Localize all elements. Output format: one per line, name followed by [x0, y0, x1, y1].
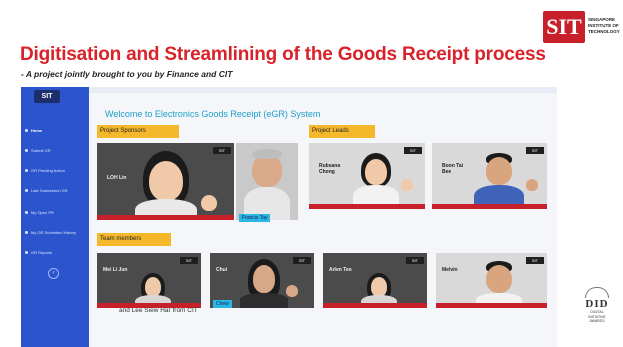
bullet-icon [25, 129, 28, 132]
section-label-sponsors: Project Sponsors [97, 125, 179, 138]
tile-accent-strip [432, 204, 547, 209]
bullet-icon [25, 169, 28, 172]
bullet-icon [25, 231, 28, 234]
video-tile-team: SIT Mei Li Jun [97, 253, 201, 308]
participant-face [486, 157, 512, 185]
section-label-leads: Project Leads [309, 125, 375, 138]
participant-nameplate: Arlen Teo [329, 267, 352, 273]
participant-face [371, 277, 387, 297]
sit-logo-line: TECHNOLOGY [588, 29, 620, 34]
sidebar-item-label: GR Reports [31, 250, 53, 255]
sit-logo: SIT SINGAPORE INSTITUTE OF TECHNOLOGY [543, 11, 620, 43]
sidebar-item-late-submission[interactable]: Late Submission GR [25, 185, 85, 196]
sidebar-item-label: Late Submission GR [31, 188, 68, 193]
tile-accent-strip [436, 303, 547, 308]
participant-face [145, 277, 161, 297]
thumbs-up-icon [526, 179, 538, 191]
sidebar-item-label: Submit GR [31, 148, 51, 153]
sidebar-item-open-pr[interactable]: My Open PR [25, 207, 85, 218]
sidebar-item-submit-gr[interactable]: Submit GR [25, 145, 85, 156]
tile-accent-strip [97, 215, 234, 220]
app-main: Welcome to Electronics Goods Receipt (eG… [89, 93, 557, 347]
video-tile-lead: SIT Rubsana Chong [309, 143, 425, 209]
did-award-logo: DID DIGITAL INITIATIVE AWARDS [578, 287, 616, 337]
participant-caption: Chew [213, 300, 232, 308]
did-logo-line: AWARDS [589, 319, 605, 323]
participant-hair [252, 149, 282, 159]
welcome-heading: Welcome to Electronics Goods Receipt (eG… [105, 109, 321, 119]
did-logo-mark: DID [585, 298, 609, 310]
slide-title: Digitisation and Streamlining of the Goo… [20, 44, 546, 65]
participant-caption: Francis Tay [239, 214, 271, 222]
sit-logo-mark: SIT [543, 11, 585, 43]
participant-nameplate: Melvin [442, 267, 458, 273]
participant-nameplate: LOH Lin [107, 175, 127, 181]
participant-nameplate: Chui [216, 267, 228, 273]
video-tile-lead: SIT Boon Tai Bee [432, 143, 547, 209]
egr-app-window: SIT Home Submit GR GR Pending Action Lat… [21, 87, 557, 347]
bullet-icon [25, 251, 28, 254]
section-label-team: Team members [97, 233, 171, 246]
sit-tile-logo: SIT [526, 147, 544, 154]
participant-nameplate: Boon Tai Bee [442, 163, 464, 175]
did-arc-icon [585, 287, 609, 298]
sidebar-item-gr-reports[interactable]: GR Reports [25, 247, 85, 258]
sit-tile-logo: SIT [293, 257, 311, 264]
participant-face [486, 265, 512, 293]
thumbs-up-icon [286, 285, 298, 297]
participant-face [149, 161, 183, 201]
sidebar-item-gr-history[interactable]: My GR Submitted History [25, 227, 85, 238]
video-tile-team: SIT Melvin [436, 253, 547, 308]
thumbs-up-icon [401, 179, 413, 191]
did-logo-text: DIGITAL INITIATIVE AWARDS [578, 310, 616, 324]
chevron-left-icon[interactable]: ‹ [48, 268, 59, 279]
sit-logo-text: SINGAPORE INSTITUTE OF TECHNOLOGY [588, 17, 620, 35]
thumbs-up-icon [201, 195, 217, 211]
sidebar-item-home[interactable]: Home [25, 125, 85, 136]
video-tile-team: SIT Arlen Teo [323, 253, 427, 308]
participant-body [240, 293, 288, 308]
tile-accent-strip [309, 204, 425, 209]
sidebar-item-label: Home [31, 128, 43, 133]
video-tile-sponsor [236, 143, 298, 220]
bullet-icon [25, 189, 28, 192]
video-tile-sponsor: SIT LOH Lin [97, 143, 234, 220]
footer-credit: and Lee Siew Har from CIT [119, 307, 198, 314]
sidebar: SIT Home Submit GR GR Pending Action Lat… [21, 87, 89, 347]
tile-accent-strip [323, 303, 427, 308]
slide-subtitle: - A project jointly brought to you by Fi… [21, 69, 233, 79]
app-logo[interactable]: SIT [34, 90, 60, 103]
participant-nameplate: Mei Li Jun [103, 267, 128, 273]
bullet-icon [25, 149, 28, 152]
sidebar-item-label: My Open PR [31, 210, 54, 215]
sidebar-item-label: My GR Submitted History [31, 230, 77, 235]
sit-tile-logo: SIT [180, 257, 198, 264]
sit-tile-logo: SIT [526, 257, 544, 264]
bullet-icon [25, 211, 28, 214]
participant-face [253, 265, 275, 293]
sit-tile-logo: SIT [406, 257, 424, 264]
participant-nameplate: Rubsana Chong [319, 163, 341, 175]
sit-tile-logo: SIT [404, 147, 422, 154]
sit-tile-logo: SIT [213, 147, 231, 154]
sidebar-item-label: GR Pending Action [31, 168, 65, 173]
sidebar-item-gr-pending[interactable]: GR Pending Action [25, 165, 85, 176]
participant-face [365, 159, 387, 185]
